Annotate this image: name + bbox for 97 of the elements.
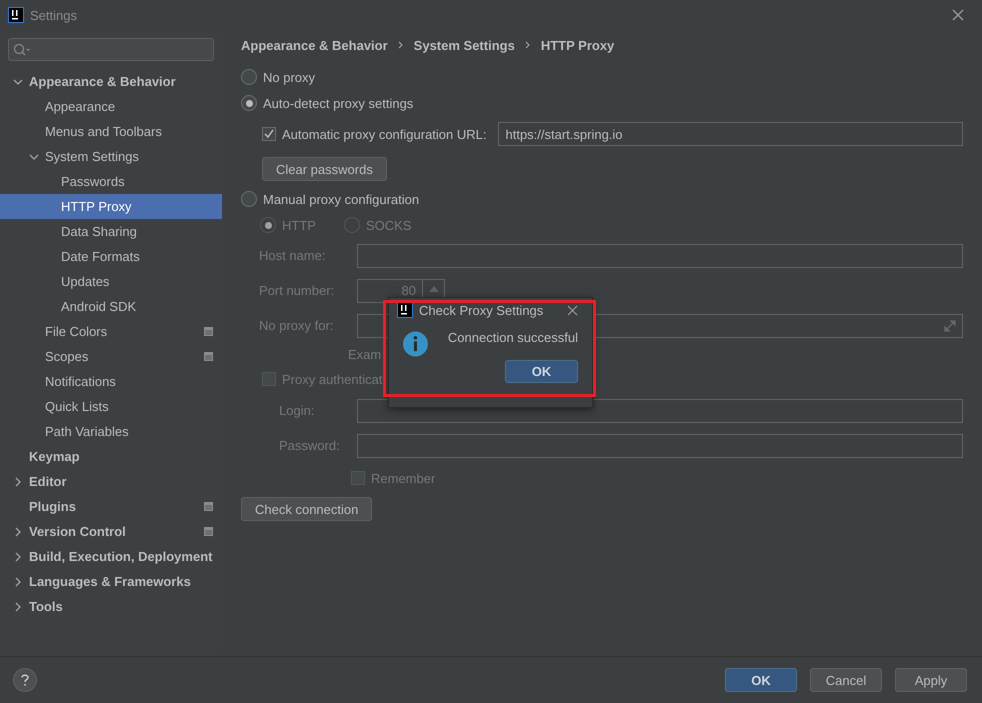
password-label: Password: [279, 438, 341, 453]
radio-label: Auto-detect proxy settings [263, 96, 414, 110]
tree-item-label: Build, Execution, Deployment [29, 549, 213, 564]
tree-item[interactable]: Menus and Toolbars [0, 119, 222, 144]
tree-item-label: Version Control [29, 524, 127, 539]
tree-item-label: System Settings [45, 149, 140, 164]
checkbox[interactable] [262, 127, 276, 141]
chevron-down-icon[interactable] [13, 76, 23, 86]
radio-label: Manual proxy configuration [263, 192, 420, 206]
search-field[interactable] [8, 38, 214, 61]
chevron-right-icon[interactable] [13, 576, 23, 586]
tree-item[interactable]: Build, Execution, Deployment [0, 544, 222, 569]
no-proxy-label: No proxy for: [259, 318, 334, 333]
app-logo-icon [397, 302, 413, 318]
tree-item[interactable]: Path Variables [0, 419, 222, 444]
tree-item[interactable]: HTTP Proxy [0, 194, 222, 219]
host-name-field[interactable] [357, 244, 963, 268]
checkbox-label: Automatic proxy configuration URL: [282, 126, 486, 142]
checkbox-label: Proxy authenticat [282, 372, 382, 386]
port-number-label: Port number: [259, 283, 336, 298]
tree-item[interactable]: Date Formats [0, 244, 222, 269]
tree-item[interactable]: Tools [0, 594, 222, 619]
radio-button[interactable] [241, 95, 257, 111]
chevron-right-icon [524, 41, 531, 49]
ok-button[interactable]: OK [505, 360, 578, 383]
tree-item[interactable]: Data Sharing [0, 219, 222, 244]
breadcrumb-item[interactable]: HTTP Proxy [540, 38, 614, 52]
tree-item-label: HTTP Proxy [61, 199, 133, 214]
search-icon [13, 42, 31, 56]
tree-item[interactable]: System Settings [0, 144, 222, 169]
breadcrumb-item[interactable]: System Settings [414, 38, 515, 52]
tree-item-label: Menus and Toolbars [45, 124, 163, 139]
tree-item-label: File Colors [45, 324, 108, 339]
url-field[interactable]: https://start.spring.io [498, 122, 963, 146]
login-label: Login: [279, 403, 316, 418]
tree-item-label: Data Sharing [61, 224, 138, 239]
tree-item[interactable]: Plugins [0, 494, 222, 519]
tree-item-label: Date Formats [61, 249, 141, 264]
chevron-right-icon[interactable] [13, 602, 23, 612]
close-icon[interactable] [567, 304, 578, 316]
radio-label: SOCKS [366, 218, 412, 232]
chevron-down-icon[interactable] [29, 152, 39, 162]
check-connection-button[interactable]: Check connection [241, 497, 372, 521]
tree-item[interactable]: Editor [0, 469, 222, 494]
app-logo-icon [8, 7, 24, 23]
chevron-right-icon[interactable] [13, 476, 23, 486]
tree-item[interactable]: Passwords [0, 169, 222, 194]
chevron-right-icon [398, 41, 404, 49]
clear-passwords-button[interactable]: Clear passwords [262, 157, 387, 181]
tree-item-label: Languages & Frameworks [29, 574, 192, 589]
dialog-button[interactable]: Apply [895, 668, 967, 692]
tree-item-label: Path Variables [45, 424, 130, 439]
tree-item-label: Tools [29, 599, 64, 614]
radio-label: HTTP [282, 218, 316, 232]
radio-label: No proxy [263, 70, 316, 84]
tree-item[interactable]: Android SDK [0, 294, 222, 319]
window-title: Settings [30, 8, 77, 22]
tree-item[interactable]: File Colors [0, 319, 222, 344]
example-text: Exam [348, 346, 382, 362]
tree-item[interactable]: Scopes [0, 344, 222, 369]
password-field[interactable] [357, 434, 963, 458]
tree-item[interactable]: Appearance [0, 94, 222, 119]
tree-item-label: Quick Lists [45, 399, 110, 414]
breadcrumb-item[interactable]: Appearance & Behavior [241, 38, 388, 52]
tree-item-label: Keymap [29, 449, 81, 464]
host-name-label: Host name: [259, 248, 326, 263]
tree-item-label: Notifications [45, 374, 117, 389]
url-value: https://start.spring.io [505, 126, 623, 142]
question-mark-icon [21, 674, 29, 686]
tree-item-label: Scopes [45, 349, 90, 364]
close-icon[interactable] [952, 9, 964, 21]
tree-item-label: Appearance & Behavior [29, 74, 177, 89]
tree-item[interactable]: Languages & Frameworks [0, 569, 222, 594]
tree-item[interactable]: Appearance & Behavior [0, 69, 222, 94]
radio-button[interactable] [241, 69, 257, 85]
chevron-right-icon[interactable] [13, 552, 23, 562]
tree-item-label: Appearance [45, 99, 116, 114]
tree-item-label: Updates [61, 274, 110, 289]
tree-item[interactable]: Keymap [0, 444, 222, 469]
dialog-message: Connection successful [448, 330, 578, 345]
tree-item[interactable]: Notifications [0, 369, 222, 394]
dialog-button[interactable]: OK [725, 668, 797, 692]
dialog-title: Check Proxy Settings [419, 302, 544, 318]
tree-item-label: Android SDK [61, 299, 138, 314]
dialog-button[interactable]: Cancel [810, 668, 882, 692]
help-button[interactable] [13, 668, 37, 692]
info-icon [403, 330, 428, 358]
tree-item[interactable]: Quick Lists [0, 394, 222, 419]
checkbox-label: Remember [371, 470, 436, 486]
tree-item[interactable]: Version Control [0, 519, 222, 544]
radio-button[interactable] [241, 191, 257, 207]
tree-item[interactable]: Updates [0, 269, 222, 294]
chevron-right-icon[interactable] [13, 526, 23, 536]
port-value: 80 [402, 282, 416, 298]
tree-item-label: Passwords [61, 174, 126, 189]
tree-item-label: Plugins [29, 499, 77, 514]
tree-item-label: Editor [29, 474, 68, 489]
